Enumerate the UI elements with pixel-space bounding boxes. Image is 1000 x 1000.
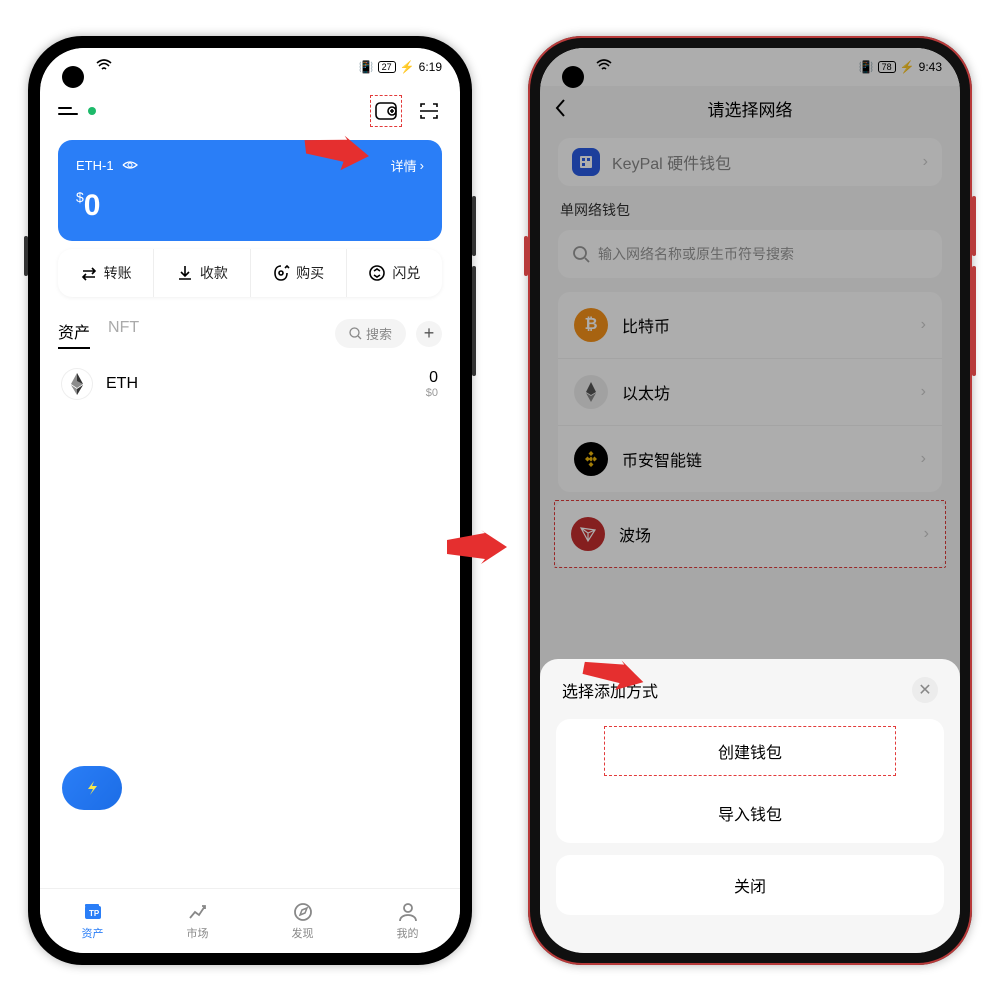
token-row[interactable]: ETH 0 $0 — [62, 369, 438, 399]
create-wallet-button[interactable]: 创建钱包 — [605, 727, 895, 775]
wallet-card[interactable]: ETH-1 详情 › $0 — [58, 140, 442, 241]
close-icon[interactable]: ✕ — [912, 677, 938, 703]
token-fiat: $0 — [426, 387, 438, 399]
nav-discover[interactable]: 发现 — [250, 889, 355, 953]
import-wallet-button[interactable]: 导入钱包 — [556, 783, 944, 843]
token-symbol: ETH — [106, 375, 138, 393]
sheet-close-button[interactable]: 关闭 — [556, 855, 944, 915]
tab-nft[interactable]: NFT — [108, 319, 139, 349]
eth-icon — [62, 369, 92, 399]
status-bar: 📳 27 ⚡ 6:19 — [40, 48, 460, 86]
fab-button[interactable] — [62, 766, 122, 810]
token-amount: 0 — [429, 369, 438, 386]
add-token-button[interactable]: + — [416, 321, 442, 347]
transfer-button[interactable]: 转账 — [58, 249, 153, 297]
scan-icon[interactable] — [416, 98, 442, 124]
svg-text:TP: TP — [89, 909, 100, 918]
buy-button[interactable]: 购买 — [250, 249, 346, 297]
wallet-balance: 0 — [84, 189, 101, 222]
menu-icon[interactable] — [58, 107, 78, 115]
wallet-detail-link[interactable]: 详情 — [391, 156, 417, 175]
status-time: 6:19 — [419, 60, 442, 74]
add-wallet-icon[interactable] — [373, 98, 399, 124]
nav-market[interactable]: 市场 — [145, 889, 250, 953]
connection-status-dot — [88, 107, 96, 115]
search-button[interactable]: 搜索 — [335, 319, 406, 348]
nav-me[interactable]: 我的 — [355, 889, 460, 953]
wallet-name: ETH-1 — [76, 158, 114, 173]
action-sheet: 选择添加方式 ✕ 创建钱包 导入钱包 关闭 — [540, 659, 960, 953]
nav-assets[interactable]: TP 资产 — [40, 889, 145, 953]
swap-button[interactable]: 闪兑 — [346, 249, 442, 297]
battery-level: 27 — [378, 61, 396, 73]
tab-assets[interactable]: 资产 — [58, 319, 90, 349]
receive-button[interactable]: 收款 — [153, 249, 249, 297]
